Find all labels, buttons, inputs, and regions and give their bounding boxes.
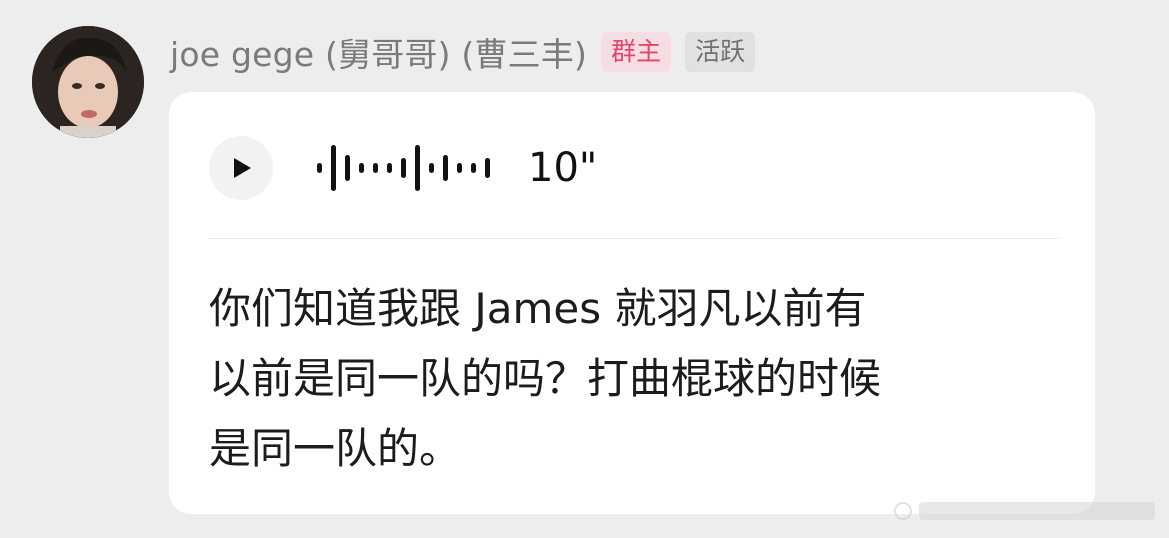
waveform-bar	[471, 163, 476, 173]
waveform-bar	[345, 155, 350, 181]
active-badge: 活跃	[685, 32, 756, 72]
avatar-photo	[32, 26, 144, 138]
transcript-line: 你们知道我跟 James 就羽凡以前有	[209, 284, 867, 333]
waveform-bar	[373, 163, 378, 173]
transcript-line: 是同一队的。	[209, 424, 462, 473]
voice-message-bubble[interactable]: 10" 你们知道我跟 James 就羽凡以前有 以前是同一队的吗？打曲棍球的时候…	[169, 92, 1095, 514]
waveform-bar	[443, 155, 448, 181]
waveform-bar	[457, 163, 462, 173]
waveform-bar	[359, 163, 364, 173]
avatar[interactable]	[32, 26, 144, 138]
voice-waveform	[317, 140, 490, 196]
transcript-line: 以前是同一队的吗？打曲棍球的时候	[209, 354, 882, 403]
voice-duration: 10"	[528, 145, 598, 191]
voice-player: 10"	[209, 136, 597, 200]
play-icon	[234, 158, 251, 178]
divider	[209, 238, 1059, 239]
sender-name[interactable]: joe gege (舅哥哥) (曹三丰)	[170, 28, 587, 76]
waveform-bar	[317, 163, 322, 173]
waveform-bar	[415, 145, 420, 191]
chat-screen: joe gege (舅哥哥) (曹三丰) 群主 活跃 10" 你们知道我跟 Ja…	[0, 0, 1169, 538]
watermark	[894, 502, 1155, 520]
waveform-bar	[429, 163, 434, 173]
group-owner-badge: 群主	[601, 32, 672, 72]
waveform-bar	[401, 158, 406, 178]
waveform-bar	[387, 163, 392, 173]
waveform-bar	[485, 158, 490, 178]
play-button[interactable]	[209, 136, 273, 200]
voice-transcript: 你们知道我跟 James 就羽凡以前有 以前是同一队的吗？打曲棍球的时候 是同一…	[209, 274, 1069, 484]
message-header: joe gege (舅哥哥) (曹三丰) 群主 活跃	[170, 28, 756, 76]
waveform-bar	[331, 145, 336, 191]
